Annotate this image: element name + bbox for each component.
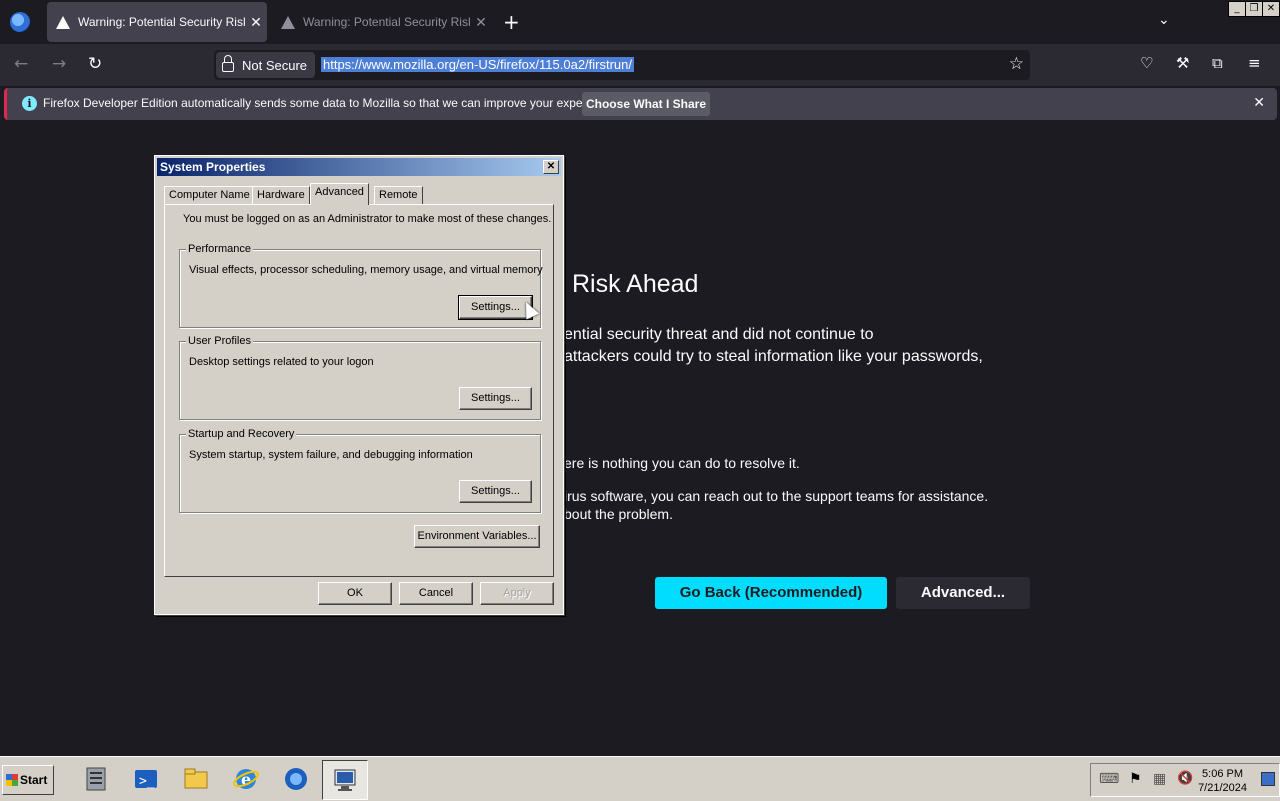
advanced-button[interactable]: Advanced... bbox=[896, 577, 1030, 609]
close-window-button[interactable]: ✕ bbox=[1262, 1, 1280, 17]
site-identity-button[interactable]: Not Secure bbox=[216, 52, 316, 78]
close-icon[interactable]: ✕ bbox=[1253, 95, 1265, 111]
group-label: Startup and Recovery bbox=[186, 428, 297, 440]
group-label: Performance bbox=[186, 243, 253, 255]
nav-bar: ← → ↻ Not Secure https://www.mozilla.org… bbox=[0, 44, 1280, 86]
info-icon: i bbox=[22, 96, 37, 111]
warning-icon bbox=[56, 15, 70, 29]
dialog-title: System Properties bbox=[160, 160, 266, 174]
page-heading: Risk Ahead bbox=[572, 270, 699, 298]
tab-inactive[interactable]: Warning: Potential Security Risk Ah ✕ bbox=[272, 2, 492, 42]
forward-arrow-icon[interactable]: → bbox=[52, 54, 66, 74]
clock-date: 7/21/2024 bbox=[1198, 782, 1247, 794]
start-label: Start bbox=[20, 773, 48, 787]
ie-icon[interactable]: e bbox=[224, 760, 268, 798]
startup-recovery-group: Startup and Recovery System startup, sys… bbox=[179, 428, 541, 513]
notification-bar: i Firefox Developer Edition automaticall… bbox=[4, 88, 1277, 120]
performance-group: Performance Visual effects, processor sc… bbox=[179, 243, 543, 328]
tab-advanced[interactable]: Advanced bbox=[310, 183, 369, 205]
notification-text: Firefox Developer Edition automatically … bbox=[43, 96, 619, 110]
clock-time: 5:06 PM bbox=[1202, 768, 1244, 780]
flag-icon[interactable]: ⚑ bbox=[1129, 771, 1142, 787]
tab-remote[interactable]: Remote bbox=[374, 186, 423, 205]
url-input[interactable]: https://www.mozilla.org/en-US/firefox/11… bbox=[321, 57, 634, 72]
dialog-title-bar[interactable]: System Properties ✕ bbox=[157, 158, 561, 176]
pocket-icon[interactable]: ♡ bbox=[1140, 54, 1153, 72]
group-label: User Profiles bbox=[186, 335, 253, 347]
system-properties-icon[interactable] bbox=[322, 760, 368, 800]
network-icon[interactable]: ▦ bbox=[1153, 771, 1166, 787]
tab-bar: Warning: Potential Security Risk Ah ✕ Wa… bbox=[0, 0, 1280, 44]
tab-close-icon[interactable]: ✕ bbox=[470, 14, 492, 31]
advanced-tab-panel: You must be logged on as an Administrato… bbox=[164, 204, 554, 577]
group-description: Visual effects, processor scheduling, me… bbox=[189, 264, 543, 276]
windows-logo-icon bbox=[6, 774, 18, 786]
dialog-close-button[interactable]: ✕ bbox=[543, 160, 559, 174]
page-paragraph: attackers could try to steal information… bbox=[564, 348, 983, 365]
taskbar: Start >_ e ⌨ ⚑ ▦ 🔇 5:06 PM 7/21/2024 bbox=[0, 756, 1280, 801]
firefox-logo-icon[interactable] bbox=[10, 12, 30, 32]
start-button[interactable]: Start bbox=[2, 765, 54, 795]
cancel-button[interactable]: Cancel bbox=[399, 582, 473, 605]
tab-title: Warning: Potential Security Risk Ah bbox=[78, 15, 245, 29]
page-paragraph: ere is nothing you can do to resolve it. bbox=[564, 455, 800, 471]
choose-what-i-share-button[interactable]: Choose What I Share bbox=[582, 92, 710, 116]
back-arrow-icon[interactable]: ← bbox=[14, 54, 28, 74]
show-desktop-icon[interactable] bbox=[1261, 772, 1275, 786]
security-label: Not Secure bbox=[242, 57, 308, 73]
firefox-icon[interactable] bbox=[274, 760, 318, 798]
insecure-lock-icon bbox=[222, 55, 234, 72]
warning-icon bbox=[281, 15, 295, 29]
system-properties-dialog: System Properties ✕ Computer Name Hardwa… bbox=[154, 155, 564, 615]
bookmark-star-icon[interactable]: ☆ bbox=[1009, 54, 1024, 74]
svg-text:>_: >_ bbox=[139, 774, 155, 789]
admin-note: You must be logged on as an Administrato… bbox=[183, 213, 552, 225]
clock[interactable]: 5:06 PM 7/21/2024 bbox=[1198, 767, 1247, 795]
ok-button[interactable]: OK bbox=[318, 582, 392, 605]
page-paragraph: ential security threat and did not conti… bbox=[564, 326, 874, 343]
user-profiles-group: User Profiles Desktop settings related t… bbox=[179, 335, 541, 420]
server-manager-icon[interactable] bbox=[74, 760, 118, 798]
tab-title: Warning: Potential Security Risk Ah bbox=[303, 15, 470, 29]
volume-muted-icon[interactable]: 🔇 bbox=[1177, 771, 1193, 786]
minimize-button[interactable]: _ bbox=[1228, 1, 1246, 17]
powershell-icon[interactable]: >_ bbox=[124, 760, 168, 798]
restore-button[interactable]: ❒ bbox=[1245, 1, 1263, 17]
page-paragraph: irus software, you can reach out to the … bbox=[564, 488, 989, 504]
tab-close-icon[interactable]: ✕ bbox=[245, 14, 267, 31]
list-all-tabs-chevron-icon[interactable]: ⌄ bbox=[1158, 12, 1170, 28]
new-tab-button[interactable]: + bbox=[503, 10, 520, 34]
keyboard-icon[interactable]: ⌨ bbox=[1099, 771, 1119, 787]
go-back-button[interactable]: Go Back (Recommended) bbox=[655, 577, 887, 609]
tab-active[interactable]: Warning: Potential Security Risk Ah ✕ bbox=[47, 2, 267, 42]
extensions-icon[interactable]: ⧉ bbox=[1212, 54, 1223, 72]
url-bar[interactable]: Not Secure https://www.mozilla.org/en-US… bbox=[214, 50, 1030, 80]
group-description: System startup, system failure, and debu… bbox=[189, 449, 473, 461]
apply-button[interactable]: Apply bbox=[480, 582, 554, 605]
explorer-icon[interactable] bbox=[174, 760, 218, 798]
wrench-icon[interactable]: ⚒ bbox=[1176, 54, 1189, 72]
reload-icon[interactable]: ↻ bbox=[88, 54, 102, 74]
tab-hardware[interactable]: Hardware bbox=[252, 186, 310, 205]
group-description: Desktop settings related to your logon bbox=[189, 356, 374, 368]
system-tray: ⌨ ⚑ ▦ 🔇 5:06 PM 7/21/2024 bbox=[1090, 763, 1280, 797]
tab-computer-name[interactable]: Computer Name bbox=[164, 186, 255, 205]
page-paragraph: bout the problem. bbox=[564, 506, 673, 522]
environment-variables-button[interactable]: Environment Variables... bbox=[414, 525, 540, 548]
startup-recovery-settings-button[interactable]: Settings... bbox=[459, 480, 532, 503]
user-profiles-settings-button[interactable]: Settings... bbox=[459, 387, 532, 410]
menu-icon[interactable]: ≡ bbox=[1248, 54, 1261, 72]
